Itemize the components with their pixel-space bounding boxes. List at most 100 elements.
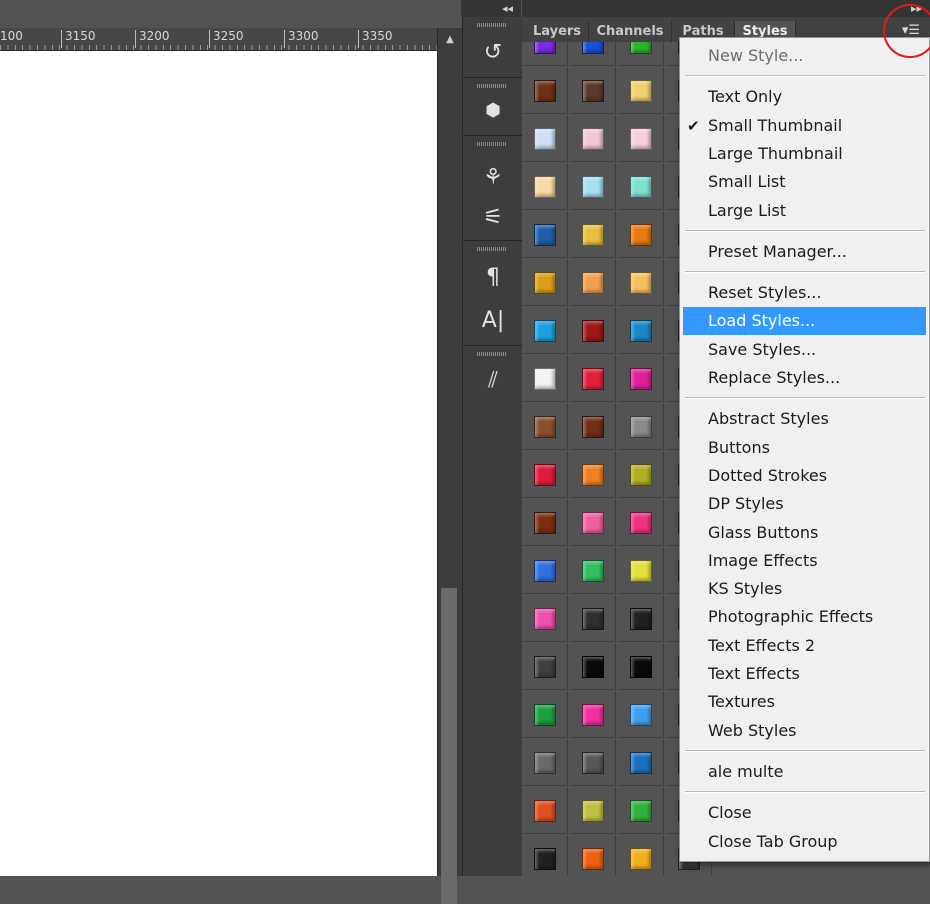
menu-item-dotted-strokes[interactable]: Dotted Strokes	[683, 462, 926, 490]
menu-item-preset-manager[interactable]: Preset Manager...	[683, 238, 926, 266]
style-thumbnail[interactable]	[570, 740, 616, 786]
document-canvas[interactable]	[0, 51, 437, 876]
style-thumbnail[interactable]	[522, 788, 568, 834]
3d-cube-icon[interactable]: ⬢	[479, 97, 507, 125]
menu-item-small-list[interactable]: Small List	[683, 168, 926, 196]
menu-item-text-effects-2[interactable]: Text Effects 2	[683, 632, 926, 660]
menu-item-ale-multe[interactable]: ale multe	[683, 758, 926, 786]
style-thumbnail[interactable]	[522, 308, 568, 354]
style-thumbnail[interactable]	[570, 404, 616, 450]
history-icon[interactable]: ↺	[479, 39, 507, 67]
style-thumbnail[interactable]	[618, 788, 664, 834]
style-thumbnail[interactable]	[570, 260, 616, 306]
style-thumbnail[interactable]	[522, 404, 568, 450]
style-thumbnail[interactable]	[522, 68, 568, 114]
style-thumbnail[interactable]	[522, 692, 568, 738]
menu-item-reset-styles[interactable]: Reset Styles...	[683, 279, 926, 307]
scroll-up-arrow-icon[interactable]: ▲	[438, 34, 462, 45]
style-thumbnail[interactable]	[618, 452, 664, 498]
style-thumbnail[interactable]	[618, 212, 664, 258]
menu-item-large-thumbnail[interactable]: Large Thumbnail	[683, 140, 926, 168]
dock-grip[interactable]	[477, 142, 507, 146]
menu-item-image-effects[interactable]: Image Effects	[683, 547, 926, 575]
style-thumbnail[interactable]	[570, 116, 616, 162]
style-thumbnail[interactable]	[522, 836, 568, 876]
style-thumbnail[interactable]	[522, 164, 568, 210]
menu-item-abstract-styles[interactable]: Abstract Styles	[683, 405, 926, 433]
style-thumbnail[interactable]	[522, 212, 568, 258]
style-thumbnail[interactable]	[618, 260, 664, 306]
menu-item-large-list[interactable]: Large List	[683, 197, 926, 225]
style-thumbnail[interactable]	[522, 644, 568, 690]
adjustments-sliders-icon[interactable]: ⚟	[479, 204, 507, 232]
menu-item-dp-styles[interactable]: DP Styles	[683, 490, 926, 518]
style-thumbnail[interactable]	[618, 308, 664, 354]
style-thumbnail[interactable]	[522, 548, 568, 594]
vertical-scrollbar[interactable]: ▲	[437, 28, 462, 904]
style-thumbnail[interactable]	[570, 644, 616, 690]
menu-item-glass-buttons[interactable]: Glass Buttons	[683, 519, 926, 547]
dock-collapse-button[interactable]: ◂◂	[461, 0, 521, 17]
style-thumbnail[interactable]	[570, 164, 616, 210]
style-thumbnail[interactable]	[618, 692, 664, 738]
tab-channels[interactable]: Channels	[589, 21, 672, 42]
brush-presets-icon[interactable]: ⚘	[479, 164, 507, 192]
style-thumbnail[interactable]	[522, 452, 568, 498]
style-thumbnail[interactable]	[570, 308, 616, 354]
style-thumbnail[interactable]	[570, 836, 616, 876]
character-icon[interactable]: A|	[479, 307, 507, 335]
style-thumbnail[interactable]	[618, 68, 664, 114]
menu-item-load-styles[interactable]: Load Styles...	[683, 307, 926, 336]
style-thumbnail[interactable]	[618, 836, 664, 876]
style-thumbnail[interactable]	[522, 260, 568, 306]
style-thumbnail[interactable]	[522, 356, 568, 402]
menu-item-photographic-effects[interactable]: Photographic Effects	[683, 603, 926, 631]
menu-item-ks-styles[interactable]: KS Styles	[683, 575, 926, 603]
style-thumbnail[interactable]	[570, 692, 616, 738]
menu-item-close[interactable]: Close	[683, 799, 926, 827]
scrollbar-thumb[interactable]	[441, 588, 457, 904]
menu-item-save-styles[interactable]: Save Styles...	[683, 336, 926, 364]
style-thumbnail[interactable]	[618, 164, 664, 210]
horizontal-ruler[interactable]: 100 3150 3200 3250 3300 3350	[0, 28, 437, 51]
style-thumbnail[interactable]	[618, 116, 664, 162]
dock-grip[interactable]	[477, 84, 507, 88]
style-thumbnail[interactable]	[618, 596, 664, 642]
style-thumbnail[interactable]	[522, 740, 568, 786]
tab-layers[interactable]: Layers	[526, 21, 589, 42]
style-thumbnail[interactable]	[618, 404, 664, 450]
dock-grip[interactable]	[477, 247, 507, 251]
style-thumbnail[interactable]	[570, 452, 616, 498]
style-thumbnail[interactable]	[570, 500, 616, 546]
style-thumbnail[interactable]	[570, 68, 616, 114]
style-thumbnail[interactable]	[570, 596, 616, 642]
style-thumbnail[interactable]	[570, 788, 616, 834]
style-thumbnail[interactable]	[618, 644, 664, 690]
style-thumbnail[interactable]	[570, 548, 616, 594]
style-thumbnail[interactable]	[570, 356, 616, 402]
menu-item-web-styles[interactable]: Web Styles	[683, 717, 926, 745]
dock-grip[interactable]	[477, 23, 507, 27]
menu-item-textures[interactable]: Textures	[683, 688, 926, 716]
style-thumbnail[interactable]	[522, 596, 568, 642]
style-thumbnail[interactable]	[522, 116, 568, 162]
style-thumbnail[interactable]	[618, 500, 664, 546]
menu-item-small-thumbnail[interactable]: Small Thumbnail ✔	[683, 112, 926, 140]
style-thumbnail[interactable]	[570, 42, 616, 66]
style-thumbnail[interactable]	[618, 356, 664, 402]
dock-grip[interactable]	[477, 352, 507, 356]
style-swatch	[630, 416, 652, 438]
menu-item-replace-styles[interactable]: Replace Styles...	[683, 364, 926, 392]
style-thumbnail[interactable]	[570, 212, 616, 258]
lines-icon[interactable]: ⫽	[479, 367, 507, 395]
style-thumbnail[interactable]	[522, 500, 568, 546]
style-thumbnail[interactable]	[522, 42, 568, 66]
menu-item-text-effects[interactable]: Text Effects	[683, 660, 926, 688]
style-thumbnail[interactable]	[618, 42, 664, 66]
menu-item-buttons[interactable]: Buttons	[683, 434, 926, 462]
style-thumbnail[interactable]	[618, 548, 664, 594]
menu-item-close-tab-group[interactable]: Close Tab Group	[683, 828, 926, 856]
paragraph-icon[interactable]: ¶	[479, 264, 507, 292]
menu-item-text-only[interactable]: Text Only	[683, 83, 926, 111]
style-thumbnail[interactable]	[618, 740, 664, 786]
